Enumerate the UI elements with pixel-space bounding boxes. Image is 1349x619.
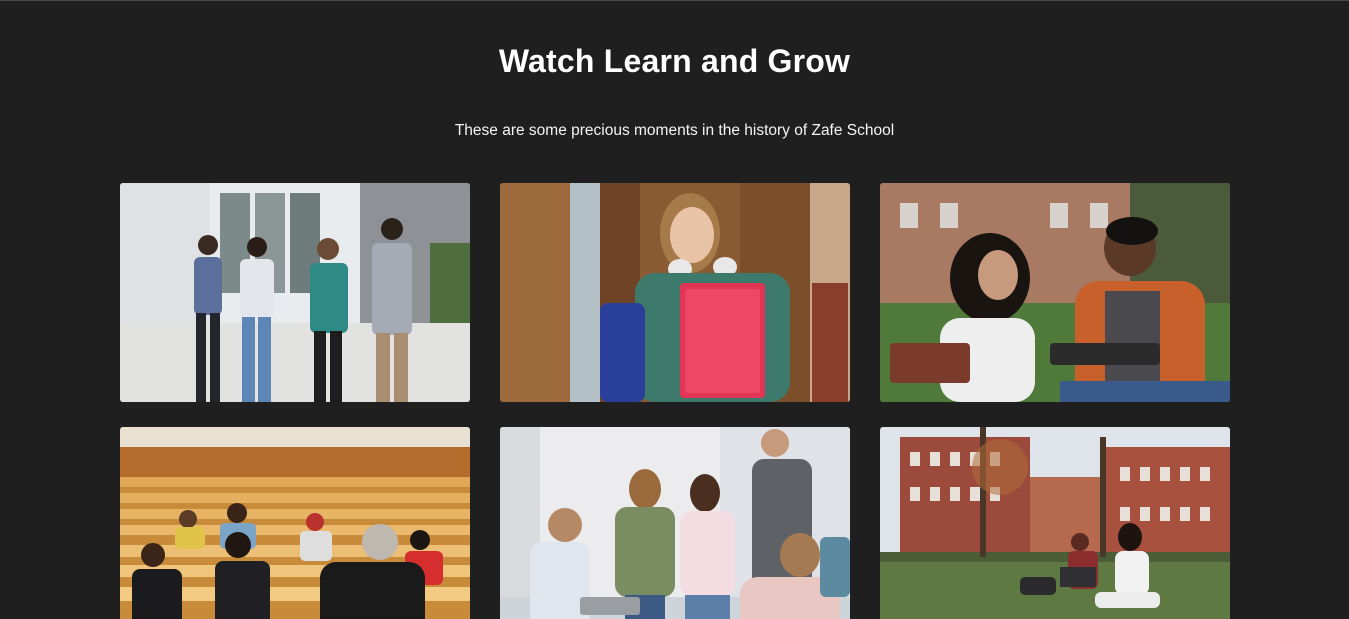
- section-subtitle: These are some precious moments in the h…: [454, 122, 895, 139]
- gallery-photo-classroom-group[interactable]: [500, 427, 850, 619]
- gallery-section: Watch Learn and Grow These are some prec…: [0, 0, 1349, 619]
- campus-lawn-photo: [880, 427, 1230, 619]
- section-title: Watch Learn and Grow: [498, 43, 851, 79]
- student-holding-folder-photo: [500, 183, 850, 402]
- students-walking-photo: [120, 183, 470, 402]
- gallery-photo-lecture-hall[interactable]: [120, 427, 470, 619]
- gallery-photo-campus-lawn[interactable]: [880, 427, 1230, 619]
- classroom-group-photo: [500, 427, 850, 619]
- gallery-photo-student-holding-folder[interactable]: [500, 183, 850, 402]
- students-studying-outdoors-photo: [880, 183, 1230, 402]
- gallery-photo-students-studying-outdoors[interactable]: [880, 183, 1230, 402]
- photo-gallery: [120, 183, 1230, 619]
- gallery-photo-students-walking[interactable]: [120, 183, 470, 402]
- lecture-hall-photo: [120, 427, 470, 619]
